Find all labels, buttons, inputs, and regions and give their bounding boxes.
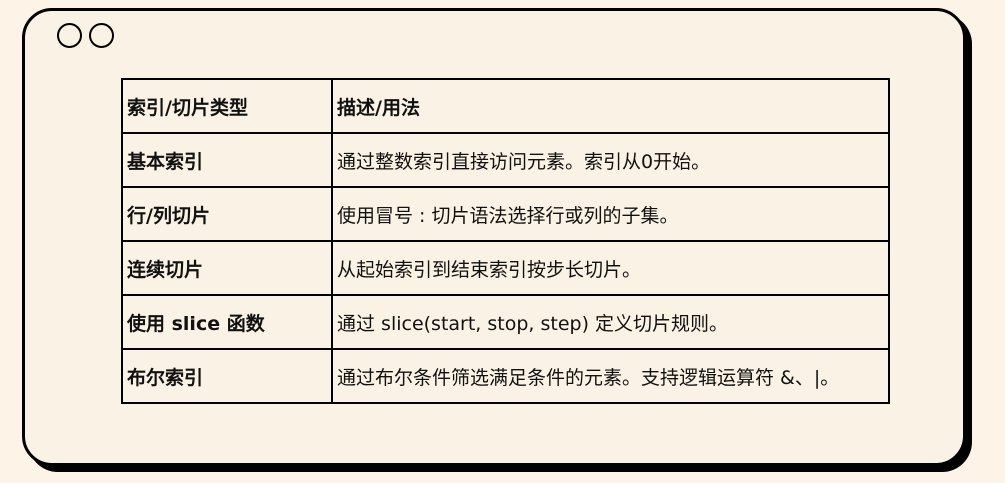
row-type: 使用 slice 函数 <box>121 294 333 350</box>
table-row: 布尔索引 通过布尔条件筛选满足条件的元素。支持逻辑运算符 &、|。 <box>121 348 890 404</box>
row-type: 行/列切片 <box>121 186 333 242</box>
row-description: 通过 slice(start, stop, step) 定义切片规则。 <box>331 294 890 350</box>
table-row: 基本索引 通过整数索引直接访问元素。索引从0开始。 <box>121 132 890 188</box>
window-control-circle-1[interactable] <box>57 23 82 48</box>
table-header-row: 索引/切片类型 描述/用法 <box>121 78 890 134</box>
window-controls <box>57 23 114 48</box>
row-description: 使用冒号 : 切片语法选择行或列的子集。 <box>331 186 890 242</box>
table-row: 连续切片 从起始索引到结束索引按步长切片。 <box>121 240 890 296</box>
header-description: 描述/用法 <box>331 78 890 134</box>
window-control-circle-2[interactable] <box>89 23 114 48</box>
indexing-table: 索引/切片类型 描述/用法 基本索引 通过整数索引直接访问元素。索引从0开始。 … <box>121 78 890 404</box>
row-type: 基本索引 <box>121 132 333 188</box>
row-description: 从起始索引到结束索引按步长切片。 <box>331 240 890 296</box>
row-description: 通过整数索引直接访问元素。索引从0开始。 <box>331 132 890 188</box>
table-row: 行/列切片 使用冒号 : 切片语法选择行或列的子集。 <box>121 186 890 242</box>
header-type: 索引/切片类型 <box>121 78 333 134</box>
row-type: 连续切片 <box>121 240 333 296</box>
row-description: 通过布尔条件筛选满足条件的元素。支持逻辑运算符 &、|。 <box>331 348 890 404</box>
table-row: 使用 slice 函数 通过 slice(start, stop, step) … <box>121 294 890 350</box>
window-card: 索引/切片类型 描述/用法 基本索引 通过整数索引直接访问元素。索引从0开始。 … <box>22 8 966 466</box>
row-type: 布尔索引 <box>121 348 333 404</box>
